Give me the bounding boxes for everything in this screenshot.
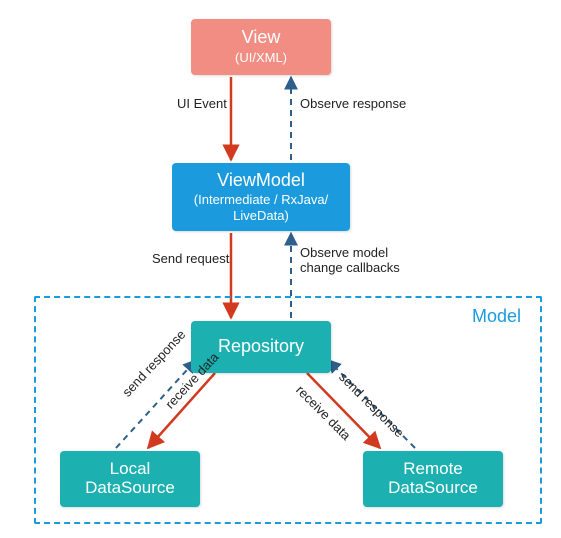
local-datasource-box: Local DataSource [60, 451, 200, 507]
viewmodel-box: ViewModel (Intermediate / RxJava/ LiveDa… [172, 163, 350, 231]
viewmodel-title: ViewModel [217, 171, 305, 191]
edge-label-observe-model: Observe model change callbacks [300, 246, 400, 276]
edge-label-observe-response: Observe response [300, 97, 406, 112]
view-title: View [242, 28, 281, 48]
model-group-label: Model [472, 306, 521, 327]
repository-title: Repository [218, 337, 304, 357]
view-subtitle: (UI/XML) [235, 50, 287, 66]
local-title: Local DataSource [85, 460, 175, 497]
edge-label-send-request: Send request [152, 252, 229, 267]
view-box: View (UI/XML) [191, 19, 331, 75]
viewmodel-subtitle: (Intermediate / RxJava/ LiveData) [194, 192, 328, 223]
remote-title: Remote DataSource [388, 460, 478, 497]
remote-datasource-box: Remote DataSource [363, 451, 503, 507]
edge-label-ui-event: UI Event [177, 97, 227, 112]
